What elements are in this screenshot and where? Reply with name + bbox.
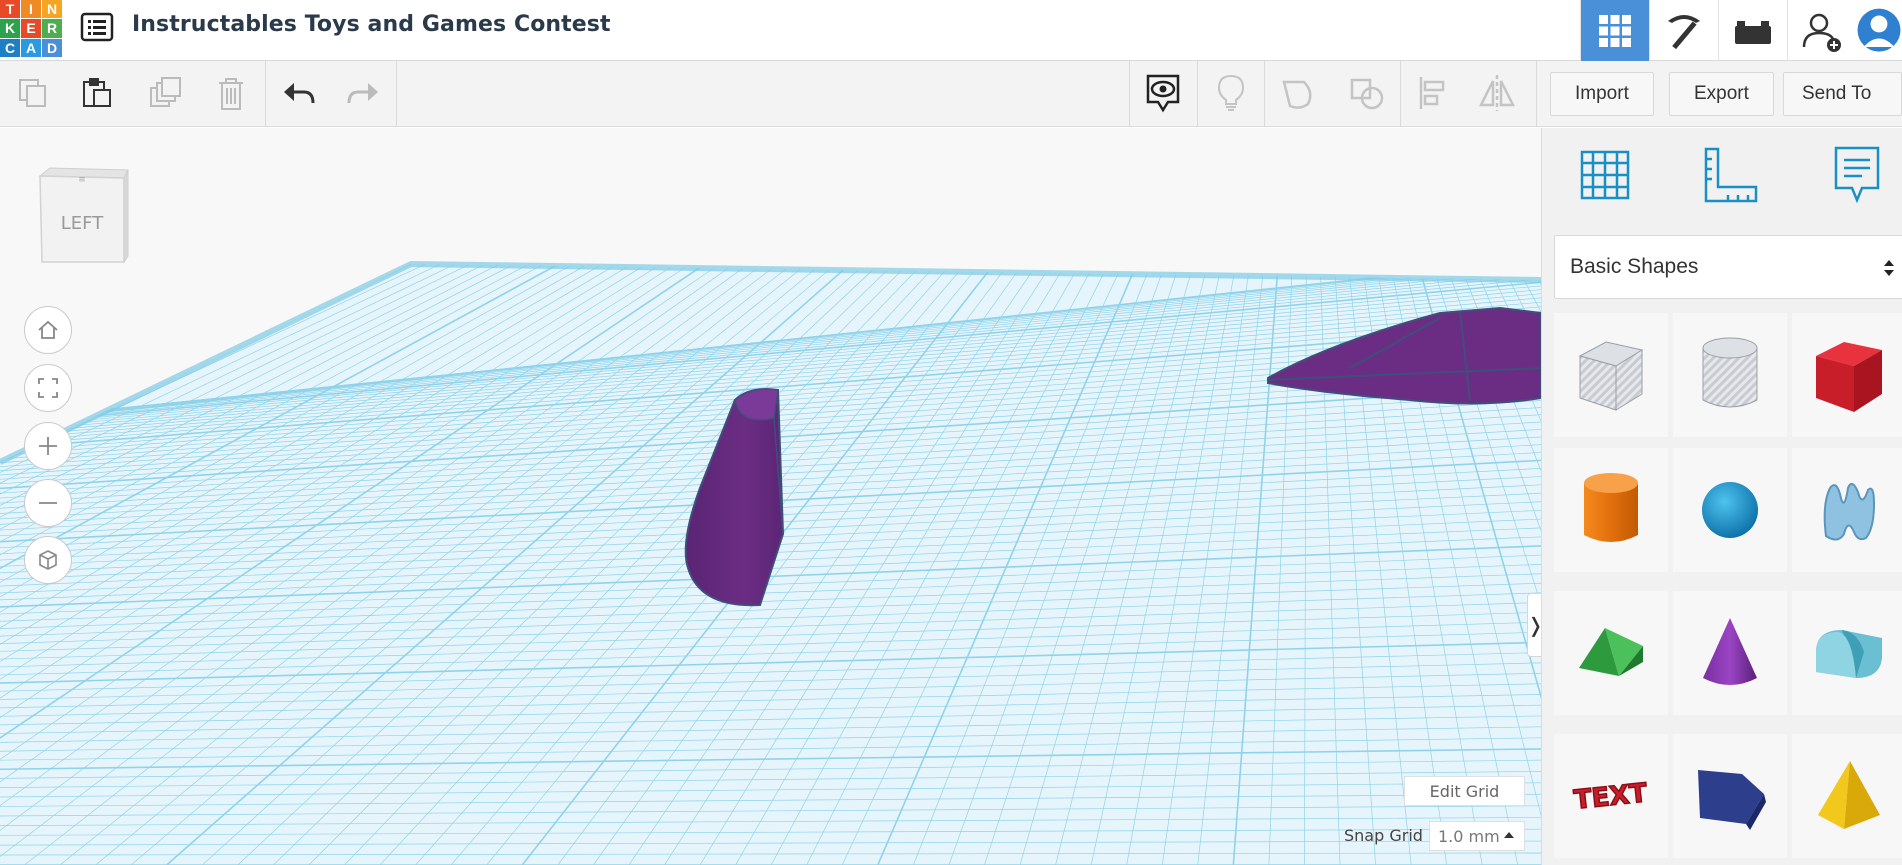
text-shape-label: TEXT (1573, 778, 1649, 816)
delete-icon[interactable] (208, 73, 254, 113)
cylinder-icon[interactable] (1554, 448, 1668, 572)
brick-icon[interactable] (1718, 0, 1787, 61)
logo-letter: C (0, 38, 20, 57)
home-icon[interactable] (24, 306, 72, 354)
fit-view-icon[interactable] (24, 364, 72, 412)
align-icon[interactable] (1410, 73, 1456, 113)
redo-icon[interactable] (340, 73, 386, 113)
zoom-out-icon[interactable] (24, 479, 72, 527)
polygon-icon[interactable] (1673, 734, 1787, 858)
edit-toolbar: Import Export Send To (0, 61, 1902, 127)
paste-icon[interactable] (74, 73, 120, 113)
box-icon[interactable] (1792, 313, 1902, 437)
mirror-icon[interactable] (1474, 73, 1520, 113)
design-list-icon[interactable] (80, 12, 114, 42)
show-hide-icon[interactable] (1140, 73, 1186, 113)
sphere-icon[interactable] (1673, 448, 1787, 572)
box-hole-icon[interactable] (1554, 313, 1668, 437)
cylinder-hole-icon[interactable] (1673, 313, 1787, 437)
logo-letter: A (21, 38, 41, 57)
scribble-icon[interactable] (1792, 448, 1902, 572)
ungroup-icon[interactable] (1344, 73, 1390, 113)
invite-user-icon[interactable] (1787, 0, 1856, 61)
import-button[interactable]: Import (1550, 72, 1654, 116)
cone-icon[interactable] (1673, 591, 1787, 715)
roof-icon[interactable] (1554, 591, 1668, 715)
round-roof-icon[interactable] (1792, 591, 1902, 715)
3d-workplane-viewport[interactable]: ≡ LEFT Edit Grid Snap Grid 1.0 mm ❭ (0, 128, 1541, 865)
snap-grid-label: Snap Grid (1344, 826, 1423, 845)
shapes-panel: Basic Shapes TEXT (1541, 128, 1902, 865)
group-icon[interactable] (1276, 73, 1322, 113)
logo-letter: D (42, 38, 62, 57)
workplane-icon[interactable] (1574, 144, 1636, 206)
user-avatar-icon[interactable] (1856, 0, 1902, 61)
perspective-icon[interactable] (24, 536, 72, 584)
pyramid-icon[interactable] (1792, 734, 1902, 858)
3d-design-grid-icon[interactable] (1580, 0, 1649, 61)
zoom-in-icon[interactable] (24, 422, 72, 470)
pickaxe-icon[interactable] (1649, 0, 1718, 61)
text-icon[interactable]: TEXT (1554, 734, 1668, 858)
lightbulb-icon[interactable] (1208, 73, 1254, 113)
snap-grid-select[interactable]: 1.0 mm (1429, 821, 1525, 851)
logo-letter: K (0, 19, 20, 38)
logo-letter: I (21, 0, 41, 19)
send-to-button[interactable]: Send To (1783, 72, 1902, 116)
caret-up-icon (1504, 832, 1514, 838)
logo-letter: N (42, 0, 62, 19)
logo-letter: R (42, 19, 62, 38)
workplane-scene[interactable] (0, 128, 1541, 865)
view-cube[interactable]: ≡ LEFT (36, 166, 130, 266)
snap-grid-value: 1.0 mm (1438, 826, 1500, 846)
logo-letter: E (21, 19, 41, 38)
logo-letter: T (0, 0, 20, 19)
tinkercad-logo[interactable]: TIN KER CAD (0, 0, 62, 57)
shape-category-select[interactable]: Basic Shapes (1554, 235, 1902, 299)
collapse-panel-tab[interactable]: ❭ (1527, 593, 1541, 657)
design-title[interactable]: Instructables Toys and Games Contest (132, 12, 611, 37)
export-button[interactable]: Export (1669, 72, 1774, 116)
edit-grid-button[interactable]: Edit Grid (1404, 776, 1525, 806)
duplicate-icon[interactable] (142, 73, 188, 113)
select-arrows-icon (1884, 260, 1894, 276)
copy-icon[interactable] (10, 73, 56, 113)
undo-icon[interactable] (276, 73, 322, 113)
view-cube-label: LEFT (61, 213, 104, 234)
top-bar: TIN KER CAD Instructables Toys and Games C… (0, 0, 1902, 61)
shape-category-label: Basic Shapes (1570, 255, 1699, 278)
notes-icon[interactable] (1826, 144, 1888, 206)
ruler-icon[interactable] (1699, 144, 1761, 206)
svg-text:≡: ≡ (78, 175, 86, 185)
